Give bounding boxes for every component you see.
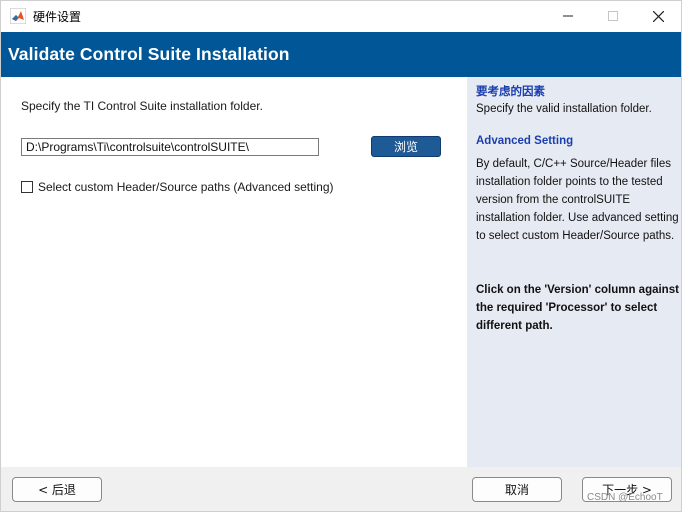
title-bar: 硬件设置 bbox=[1, 1, 681, 31]
minimize-button[interactable] bbox=[545, 1, 591, 31]
browse-button[interactable]: 浏览 bbox=[371, 136, 441, 157]
maximize-icon bbox=[608, 11, 618, 21]
help-heading-considerations: 要考虑的因素 bbox=[476, 84, 545, 98]
custom-paths-label[interactable]: Select custom Header/Source paths (Advan… bbox=[38, 180, 334, 194]
hardware-setup-window: 硬件设置 Validate Control Suite Installation… bbox=[0, 0, 682, 512]
main-panel: Specify the TI Control Suite installatio… bbox=[1, 77, 467, 467]
help-panel: 要考虑的因素 Specify the valid installation fo… bbox=[467, 77, 681, 467]
cancel-button[interactable]: 取消 bbox=[472, 477, 562, 502]
help-heading-advanced: Advanced Setting bbox=[476, 135, 574, 147]
header-banner: Validate Control Suite Installation bbox=[1, 32, 681, 77]
footer-bar: < 后退 取消 下一步 > CSDN @EchooT bbox=[1, 467, 681, 511]
custom-paths-option[interactable]: Select custom Header/Source paths (Advan… bbox=[21, 180, 334, 194]
help-text-version-column: Click on the 'Version' column against th… bbox=[476, 284, 679, 332]
minimize-icon bbox=[563, 15, 573, 17]
window-title: 硬件设置 bbox=[33, 10, 82, 24]
maximize-button[interactable] bbox=[590, 1, 636, 31]
back-button[interactable]: < 后退 bbox=[12, 477, 102, 502]
close-button[interactable] bbox=[635, 1, 681, 31]
custom-paths-checkbox[interactable] bbox=[21, 181, 33, 193]
installation-path-input[interactable]: D:\Programs\Ti\controlsuite\controlSUITE… bbox=[21, 138, 319, 156]
page-title: Validate Control Suite Installation bbox=[8, 44, 290, 64]
matlab-icon bbox=[10, 8, 26, 24]
watermark: CSDN @EchooT bbox=[587, 492, 663, 503]
close-icon bbox=[652, 10, 664, 22]
instruction-text: Specify the TI Control Suite installatio… bbox=[21, 99, 263, 113]
help-text-advanced: By default, C/C++ Source/Header files in… bbox=[476, 158, 679, 242]
help-text-valid-folder: Specify the valid installation folder. bbox=[476, 103, 652, 115]
